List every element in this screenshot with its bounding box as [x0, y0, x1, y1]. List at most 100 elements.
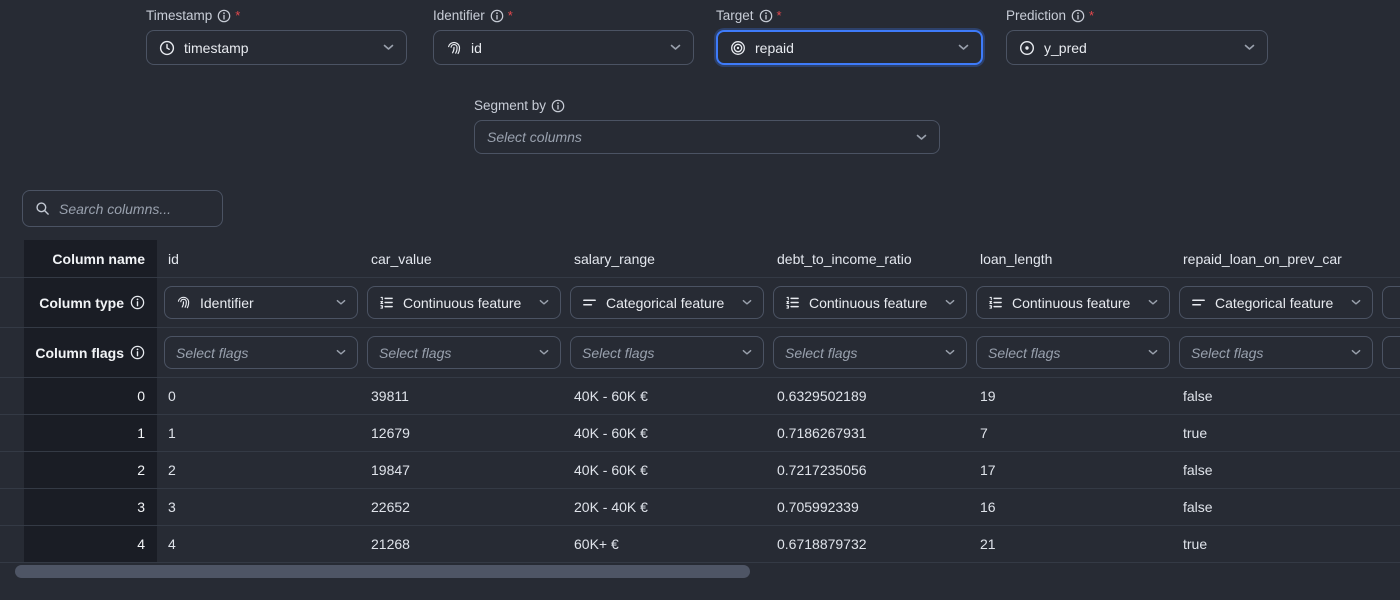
list-ordered-icon: [988, 295, 1003, 310]
column-type-select[interactable]: Continuous feature: [367, 286, 561, 319]
info-icon[interactable]: [490, 9, 504, 23]
table-row: 1 1 12679 40K - 60K € 0.7186267931 7 tru…: [0, 415, 1400, 452]
table-cell: 22652: [360, 499, 563, 515]
segment-by-select[interactable]: Select columns: [474, 120, 940, 154]
segment-by-field: Segment by Select columns: [474, 98, 940, 154]
column-header: salary_range: [563, 251, 766, 267]
identifier-select[interactable]: id: [433, 30, 694, 65]
table-cell: 17: [969, 462, 1172, 478]
column-flags-select-partial[interactable]: [1382, 336, 1400, 369]
prediction-label: Prediction *: [1006, 8, 1268, 23]
identifier-label-text: Identifier: [433, 8, 485, 23]
table-cell: false: [1172, 499, 1375, 515]
prediction-select[interactable]: y_pred: [1006, 30, 1268, 65]
table-cell: 19847: [360, 462, 563, 478]
column-flags-select[interactable]: Select flags: [570, 336, 764, 369]
info-icon[interactable]: [130, 345, 145, 360]
column-type-select[interactable]: Continuous feature: [773, 286, 967, 319]
info-icon[interactable]: [1071, 9, 1085, 23]
segment-by-label: Segment by: [474, 98, 940, 113]
column-type-select[interactable]: Identifier: [164, 286, 358, 319]
segment-by-label-text: Segment by: [474, 98, 546, 113]
table-cell: 16: [969, 499, 1172, 515]
column-type-select-partial[interactable]: [1382, 286, 1400, 319]
column-flags-select[interactable]: Select flags: [976, 336, 1170, 369]
timestamp-select[interactable]: timestamp: [146, 30, 407, 65]
row-index-cell: 1: [24, 415, 157, 451]
identifier-label: Identifier *: [433, 8, 694, 23]
info-icon[interactable]: [551, 99, 565, 113]
flags-placeholder: Select flags: [379, 345, 530, 361]
row-index-cell: 4: [24, 526, 157, 562]
chevron-down-icon: [1244, 44, 1255, 51]
table-cell: 20K - 40K €: [563, 499, 766, 515]
column-header: repaid_loan_on_prev_car: [1172, 251, 1375, 267]
table-cell: false: [1172, 462, 1375, 478]
prediction-value: y_pred: [1044, 40, 1235, 56]
row-index: 3: [137, 499, 145, 515]
chevron-down-icon: [539, 299, 549, 306]
table-cell: 19: [969, 388, 1172, 404]
required-asterisk: *: [777, 8, 782, 23]
table-cell: 40K - 60K €: [563, 388, 766, 404]
fingerprint-icon: [176, 295, 191, 310]
chevron-down-icon: [1148, 299, 1158, 306]
flags-placeholder: Select flags: [988, 345, 1139, 361]
list-ordered-icon: [785, 295, 800, 310]
column-type-select[interactable]: Categorical feature: [1179, 286, 1373, 319]
table-cell: 7: [969, 425, 1172, 441]
table-row: 2 2 19847 40K - 60K € 0.7217235056 17 fa…: [0, 452, 1400, 489]
column-name-label: Column name: [52, 251, 145, 267]
table-cell: 0.705992339: [766, 499, 969, 515]
chevron-down-icon: [1351, 349, 1361, 356]
column-type-select[interactable]: Categorical feature: [570, 286, 764, 319]
table-cell: 1: [157, 425, 360, 441]
column-flags-select[interactable]: Select flags: [164, 336, 358, 369]
fingerprint-icon: [446, 40, 462, 56]
target-select[interactable]: repaid: [716, 30, 983, 65]
category-lines-icon: [1191, 295, 1206, 310]
column-header: id: [157, 251, 360, 267]
info-icon[interactable]: [130, 295, 145, 310]
chevron-down-icon: [383, 44, 394, 51]
table-cell: 3: [157, 499, 360, 515]
category-lines-icon: [582, 295, 597, 310]
column-flags-select[interactable]: Select flags: [1179, 336, 1373, 369]
clock-icon: [159, 40, 175, 56]
row-index: 1: [137, 425, 145, 441]
column-type-value: Continuous feature: [403, 295, 530, 311]
column-header: loan_length: [969, 251, 1172, 267]
table-row: 0 0 39811 40K - 60K € 0.6329502189 19 fa…: [0, 378, 1400, 415]
search-box: [22, 190, 223, 227]
required-asterisk: *: [508, 8, 513, 23]
timestamp-field: Timestamp * timestamp: [146, 8, 407, 65]
column-flags-select[interactable]: Select flags: [773, 336, 967, 369]
table-row: 3 3 22652 20K - 40K € 0.705992339 16 fal…: [0, 489, 1400, 526]
column-type-select[interactable]: Continuous feature: [976, 286, 1170, 319]
timestamp-label: Timestamp *: [146, 8, 407, 23]
row-index-cell: 3: [24, 489, 157, 525]
column-flags-select[interactable]: Select flags: [367, 336, 561, 369]
info-icon[interactable]: [759, 9, 773, 23]
chevron-down-icon: [916, 134, 927, 141]
column-name-header-cell: Column name: [24, 240, 157, 277]
table-cell: false: [1172, 388, 1375, 404]
chevron-down-icon: [670, 44, 681, 51]
horizontal-scrollbar-thumb[interactable]: [15, 565, 750, 578]
search-input[interactable]: [59, 201, 210, 217]
prediction-field: Prediction * y_pred: [1006, 8, 1268, 65]
target-field: Target * repaid: [716, 8, 983, 65]
column-flags-row: Column flags Select flags Select flags S…: [0, 328, 1400, 378]
row-index: 4: [137, 536, 145, 552]
flags-placeholder: Select flags: [1191, 345, 1342, 361]
table-cell: 0.6718879732: [766, 536, 969, 552]
table-row: 4 4 21268 60K+ € 0.6718879732 21 true: [0, 526, 1400, 563]
info-icon[interactable]: [217, 9, 231, 23]
timestamp-label-text: Timestamp: [146, 8, 212, 23]
table-cell: 2: [157, 462, 360, 478]
identifier-field: Identifier * id: [433, 8, 694, 65]
column-flags-header-cell: Column flags: [24, 328, 157, 377]
table-cell: 60K+ €: [563, 536, 766, 552]
target-label: Target *: [716, 8, 983, 23]
required-asterisk: *: [235, 8, 240, 23]
